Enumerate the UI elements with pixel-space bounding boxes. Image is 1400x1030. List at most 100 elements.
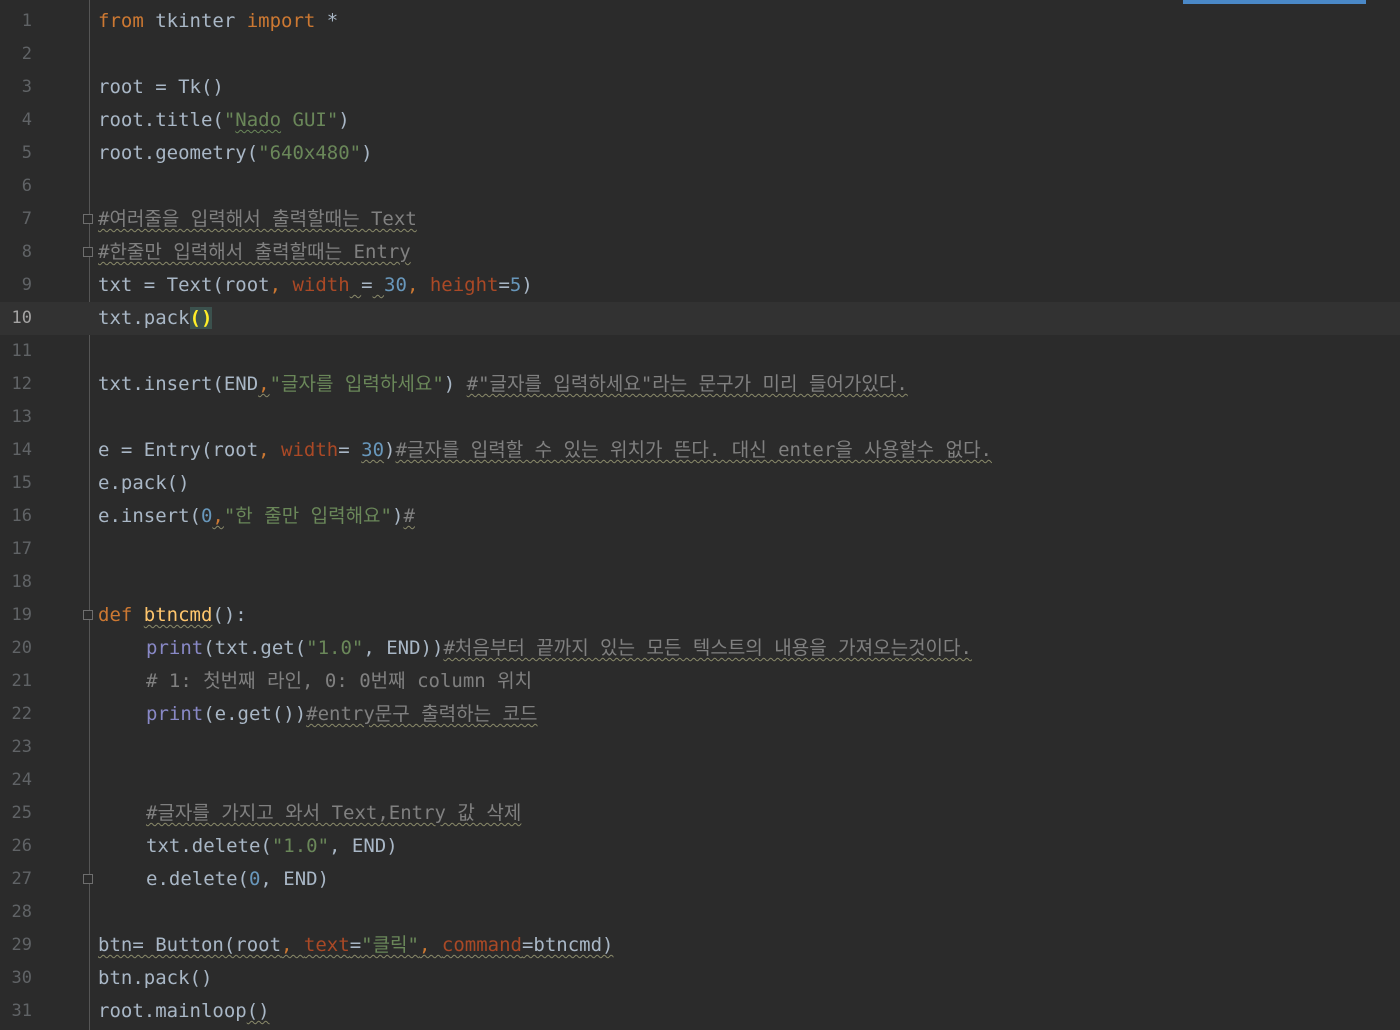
param-token: height xyxy=(429,274,499,296)
code-editor[interactable]: 1 from tkinter import * 2 3 root = Tk() … xyxy=(0,0,1400,1030)
string-token: " xyxy=(223,109,236,131)
code-text[interactable]: root.geometry("640x480") xyxy=(98,137,373,170)
code-line[interactable]: 8 #한줄만 입력해서 출력할때는 Entry xyxy=(0,236,1400,269)
code-text[interactable]: root.title("Nado GUI") xyxy=(98,104,350,137)
comment-token: #여러줄을 입력해서 출력할때는 Text xyxy=(98,208,417,230)
code-line[interactable]: 7 #여러줄을 입력해서 출력할때는 Text xyxy=(0,203,1400,236)
code-line[interactable]: 29 btn= Button(root, text="클릭", command=… xyxy=(0,929,1400,962)
code-text[interactable]: root.mainloop() xyxy=(98,995,270,1028)
line-number: 28 xyxy=(11,902,32,922)
line-number: 8 xyxy=(21,242,32,262)
code-line[interactable]: 20 print(txt.get("1.0", END))#처음부터 끝까지 있… xyxy=(0,632,1400,665)
code-line[interactable]: 19 def btncmd(): xyxy=(0,599,1400,632)
code-line-current[interactable]: 10 txt.pack() xyxy=(0,302,1400,335)
code-line[interactable]: 18 xyxy=(0,566,1400,599)
comment-token: # 1: 첫번째 라인, 0: 0번째 column 위치 xyxy=(146,670,533,692)
code-text[interactable]: e.insert(0,"한 줄만 입력해요")# xyxy=(98,500,415,533)
fold-icon[interactable] xyxy=(83,610,93,620)
code-text[interactable]: txt.delete("1.0", END) xyxy=(146,830,398,863)
comment-token: #entry문구 출력하는 코드 xyxy=(306,703,538,725)
text-token: txt.delete( xyxy=(146,835,272,857)
code-line[interactable]: 27 e.delete(0, END) xyxy=(0,863,1400,896)
code-text[interactable]: txt = Text(root, width = 30, height=5) xyxy=(98,269,533,302)
line-number: 6 xyxy=(21,176,32,196)
punct-token: , xyxy=(269,274,293,296)
code-text[interactable]: def btncmd(): xyxy=(98,599,247,632)
line-number: 1 xyxy=(21,11,32,31)
code-line[interactable]: 12 txt.insert(END,"글자를 입력하세요") #"글자를 입력하… xyxy=(0,368,1400,401)
line-number: 5 xyxy=(21,143,32,163)
code-text[interactable]: #한줄만 입력해서 출력할때는 Entry xyxy=(98,236,411,269)
code-text[interactable]: txt.pack() xyxy=(98,302,213,335)
fold-icon[interactable] xyxy=(83,247,93,257)
text-token: tkinter xyxy=(143,10,247,32)
text-token: , END) xyxy=(329,835,398,857)
code-line[interactable]: 24 xyxy=(0,764,1400,797)
code-line[interactable]: 1 from tkinter import * xyxy=(0,5,1400,38)
code-text[interactable]: from tkinter import * xyxy=(98,5,338,38)
code-line[interactable]: 4 root.title("Nado GUI") xyxy=(0,104,1400,137)
code-line[interactable]: 21 # 1: 첫번째 라인, 0: 0번째 column 위치 xyxy=(0,665,1400,698)
code-text[interactable]: #여러줄을 입력해서 출력할때는 Text xyxy=(98,203,417,236)
code-line[interactable]: 5 root.geometry("640x480") xyxy=(0,137,1400,170)
comment-token: # xyxy=(403,505,415,527)
code-text[interactable]: print(e.get())#entry문구 출력하는 코드 xyxy=(146,698,538,731)
number-token: 5 xyxy=(509,274,522,296)
code-line[interactable]: 31 root.mainloop() xyxy=(0,995,1400,1028)
code-line[interactable]: 3 root = Tk() xyxy=(0,71,1400,104)
comment-token: #"글자를 입력하세요"라는 문구가 미리 들어가있다. xyxy=(466,373,908,395)
code-line[interactable]: 16 e.insert(0,"한 줄만 입력해요")# xyxy=(0,500,1400,533)
code-line[interactable]: 22 print(e.get())#entry문구 출력하는 코드 xyxy=(0,698,1400,731)
number-token: 30 xyxy=(384,274,407,296)
punct-token: , xyxy=(258,373,270,395)
text-token: ) xyxy=(391,505,404,527)
code-line[interactable]: 9 txt = Text(root, width = 30, height=5) xyxy=(0,269,1400,302)
text-token: = xyxy=(361,274,373,296)
param-token: width xyxy=(281,439,339,461)
punct-token: , xyxy=(418,934,442,956)
code-line[interactable]: 11 xyxy=(0,335,1400,368)
code-text[interactable]: #글자를 가지고 와서 Text,Entry 값 삭제 xyxy=(146,797,521,830)
code-text[interactable]: e = Entry(root, width= 30)#글자를 입력할 수 있는 … xyxy=(98,434,992,467)
code-line[interactable]: 6 xyxy=(0,170,1400,203)
text-token: txt.insert(END xyxy=(98,373,259,395)
string-token: "1.0" xyxy=(306,637,364,659)
line-number: 26 xyxy=(11,836,32,856)
code-line[interactable]: 25 #글자를 가지고 와서 Text,Entry 값 삭제 xyxy=(0,797,1400,830)
code-line[interactable]: 30 btn.pack() xyxy=(0,962,1400,995)
code-line[interactable]: 23 xyxy=(0,731,1400,764)
line-number: 9 xyxy=(21,275,32,295)
code-text[interactable]: btn= Button(root, text="클릭", command=btn… xyxy=(98,929,613,962)
code-text[interactable]: btn.pack() xyxy=(98,962,212,995)
code-text[interactable]: txt.insert(END,"글자를 입력하세요") #"글자를 입력하세요"… xyxy=(98,368,908,401)
line-number: 14 xyxy=(11,440,32,460)
code-text[interactable]: root = Tk() xyxy=(98,71,224,104)
number-token: 0 xyxy=(200,505,213,527)
code-line[interactable]: 2 xyxy=(0,38,1400,71)
text-token: * xyxy=(315,10,339,32)
fold-icon[interactable] xyxy=(83,214,93,224)
code-line[interactable]: 28 xyxy=(0,896,1400,929)
code-text[interactable]: print(txt.get("1.0", END))#처음부터 끝까지 있는 모… xyxy=(146,632,972,665)
code-line[interactable]: 17 xyxy=(0,533,1400,566)
code-text[interactable]: # 1: 첫번째 라인, 0: 0번째 column 위치 xyxy=(146,665,532,698)
text-token: e.pack() xyxy=(98,472,190,494)
line-number: 3 xyxy=(21,77,32,97)
code-line[interactable]: 13 xyxy=(0,401,1400,434)
line-number: 13 xyxy=(11,407,32,427)
text-token: ) xyxy=(361,142,373,164)
fold-icon[interactable] xyxy=(83,874,93,884)
line-number: 23 xyxy=(11,737,32,757)
line-number: 4 xyxy=(21,110,32,130)
code-line[interactable]: 14 e = Entry(root, width= 30)#글자를 입력할 수 … xyxy=(0,434,1400,467)
line-number: 30 xyxy=(11,968,32,988)
code-line[interactable]: 26 txt.delete("1.0", END) xyxy=(0,830,1400,863)
scroll-position-indicator[interactable] xyxy=(1183,0,1366,4)
text-token: ) xyxy=(443,373,467,395)
code-text[interactable]: e.delete(0, END) xyxy=(146,863,329,896)
line-number: 19 xyxy=(11,605,32,625)
code-line[interactable]: 15 e.pack() xyxy=(0,467,1400,500)
code-text[interactable]: e.pack() xyxy=(98,467,190,500)
